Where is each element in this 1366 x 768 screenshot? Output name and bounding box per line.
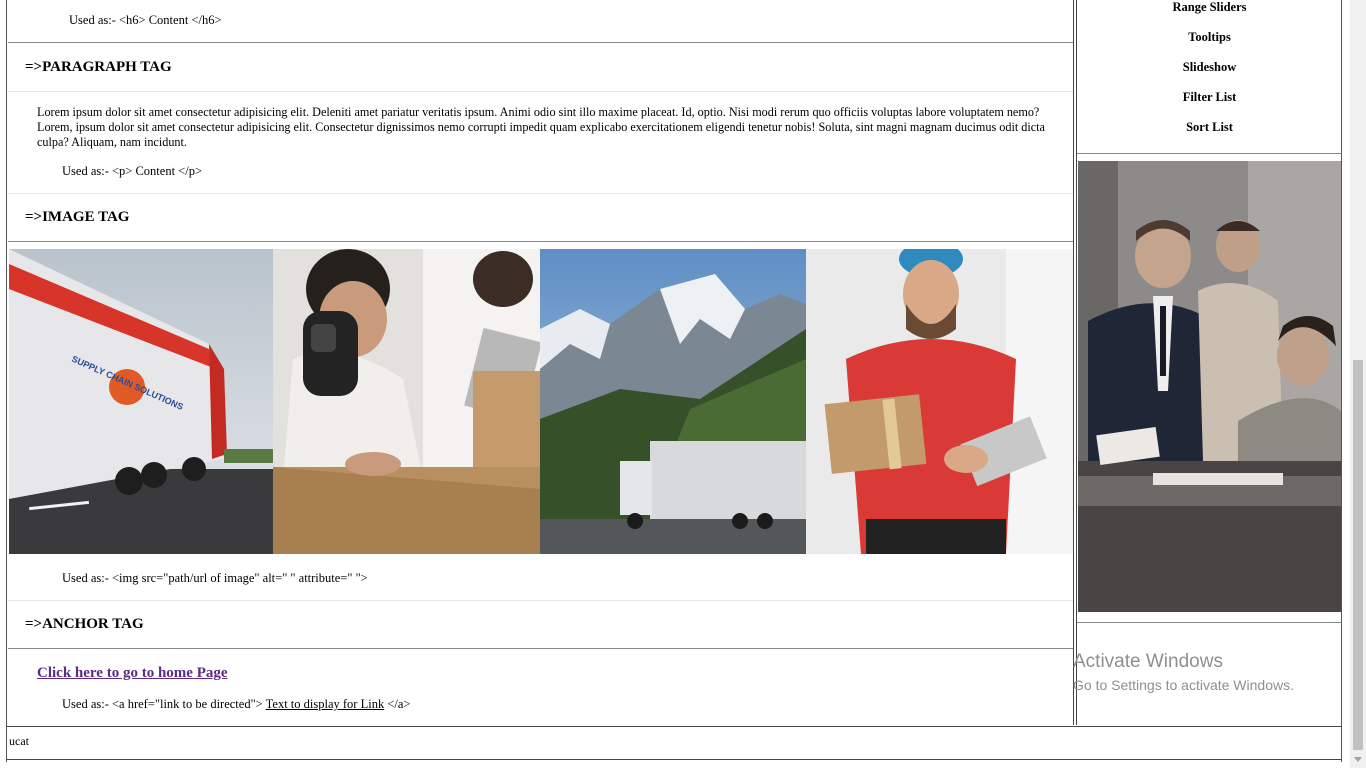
sidebar-item-tooltips[interactable]: Tooltips: [1077, 30, 1342, 45]
courier-photo: [806, 249, 1073, 554]
sidebar-item-sort-list[interactable]: Sort List: [1077, 120, 1342, 135]
scrollbar-thumb[interactable]: [1353, 360, 1363, 750]
sidebar-item-filter-list[interactable]: Filter List: [1077, 90, 1342, 105]
anchor-usage-prefix: Used as:- <a href="link to be directed">: [62, 697, 263, 711]
divider: [1077, 153, 1342, 154]
image-usage-text: Used as:- <img src="path/url of image" a…: [62, 571, 368, 585]
sidebar: Range Sliders Tooltips Slideshow Filter …: [1076, 0, 1342, 725]
h6-usage-text: Used as:- <h6> Content </h6>: [69, 13, 222, 27]
divider: [8, 193, 1073, 194]
activate-windows-subtitle: Go to Settings to activate Windows.: [1073, 677, 1294, 693]
truck-photo: SUPPLY CHAIN SOLUTIONS: [9, 249, 273, 554]
paragraph-lorem-text: Lorem ipsum dolor sit amet consectetur a…: [37, 105, 1045, 149]
paragraph-tag-title: =>PARAGRAPH TAG: [25, 59, 172, 75]
paragraph-usage-text: Used as:- <p> Content </p>: [62, 164, 202, 178]
divider: [8, 42, 1073, 43]
scanner-photo: [273, 249, 540, 554]
home-page-link[interactable]: Click here to go to home Page: [37, 665, 228, 682]
image-tag-title: =>IMAGE TAG: [25, 209, 130, 225]
mountain-truck-photo: [540, 249, 806, 554]
divider: [8, 91, 1073, 92]
footer-bar: ucat: [7, 726, 1342, 760]
sidebar-item-slideshow[interactable]: Slideshow: [1077, 60, 1342, 75]
divider: [8, 600, 1073, 601]
business-meeting-photo: [1078, 161, 1341, 612]
divider: [8, 241, 1073, 242]
scroll-down-arrow-icon[interactable]: [1354, 757, 1362, 762]
divider: [8, 648, 1073, 649]
vertical-scrollbar[interactable]: [1350, 0, 1366, 768]
anchor-tag-title: =>ANCHOR TAG: [25, 616, 144, 632]
footer-text: ucat: [9, 734, 29, 748]
image-gallery: SUPPLY CHAIN SOLUTIONS: [9, 249, 1073, 554]
divider: [1077, 622, 1342, 623]
sidebar-item-range-sliders[interactable]: Range Sliders: [1077, 0, 1342, 15]
activate-windows-title: Activate Windows: [1073, 651, 1223, 672]
anchor-usage-link-text: Text to display for Link: [265, 697, 385, 711]
main-content: Used as:- <h6> Content </h6> =>PARAGRAPH…: [8, 0, 1074, 725]
anchor-usage-text: Used as:- <a href="link to be directed">…: [62, 697, 410, 712]
anchor-usage-suffix: </a>: [387, 697, 411, 711]
